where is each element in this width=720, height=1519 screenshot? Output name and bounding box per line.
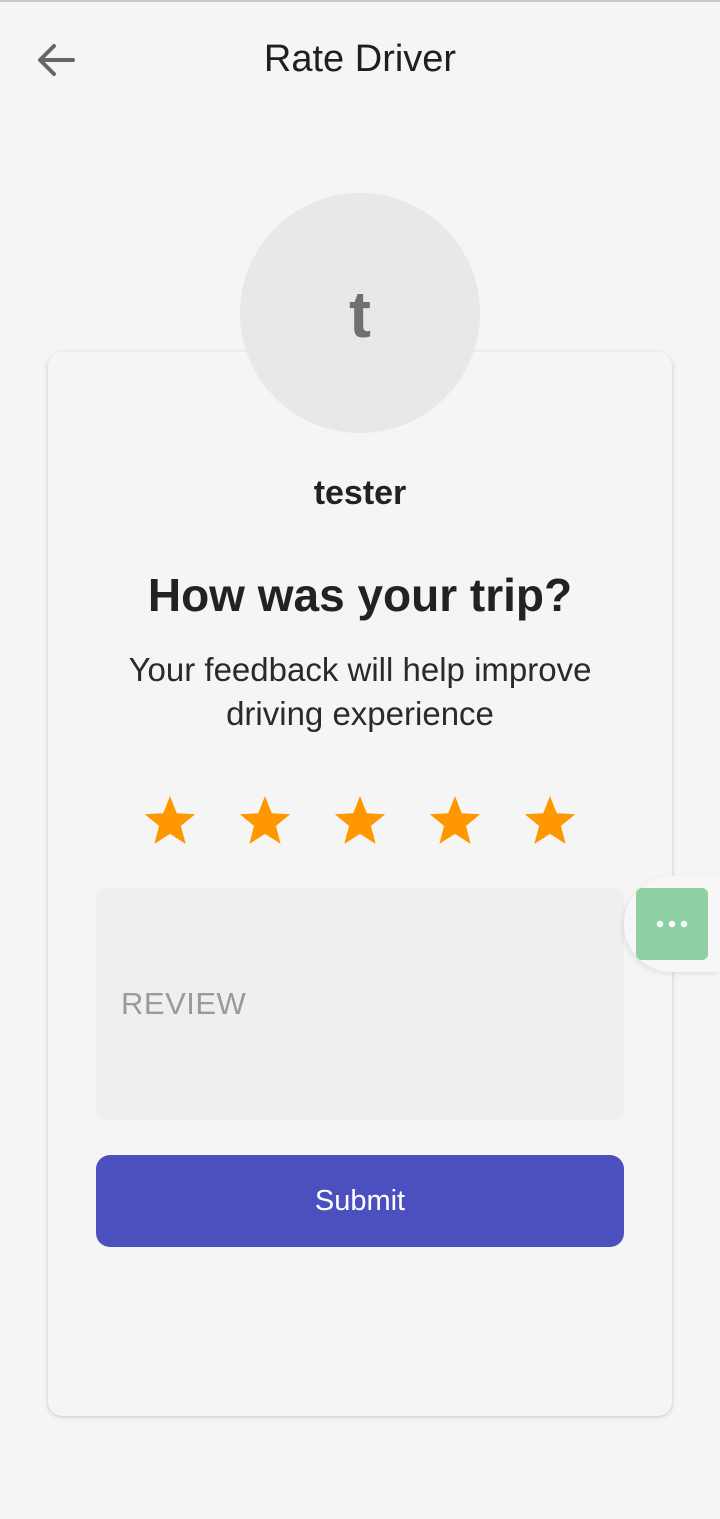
star-icon <box>334 796 386 844</box>
star-2[interactable] <box>223 792 307 850</box>
driver-name: tester <box>313 474 407 512</box>
star-1[interactable] <box>128 792 212 850</box>
page-title: Rate Driver <box>263 38 457 80</box>
rating-subtitle: Your feedback will help improve driving … <box>128 651 592 732</box>
submit-button[interactable]: Submit <box>96 1155 624 1247</box>
review-field[interactable]: REVIEW <box>96 888 624 1120</box>
star-icon <box>429 796 481 844</box>
rating-question: How was your trip? <box>147 569 573 621</box>
avatar: t <box>240 193 480 433</box>
status-divider <box>0 0 720 2</box>
star-icon <box>524 796 576 844</box>
avatar-initial: t <box>349 277 371 351</box>
floating-menu-button[interactable] <box>636 888 708 960</box>
more-horizontal-icon <box>656 920 688 928</box>
star-rating[interactable] <box>128 792 592 850</box>
star-4[interactable] <box>413 792 497 850</box>
star-icon <box>144 796 196 844</box>
review-input-placeholder[interactable]: REVIEW <box>121 986 246 1022</box>
star-5[interactable] <box>508 792 592 850</box>
star-3[interactable] <box>318 792 402 850</box>
star-icon <box>239 796 291 844</box>
